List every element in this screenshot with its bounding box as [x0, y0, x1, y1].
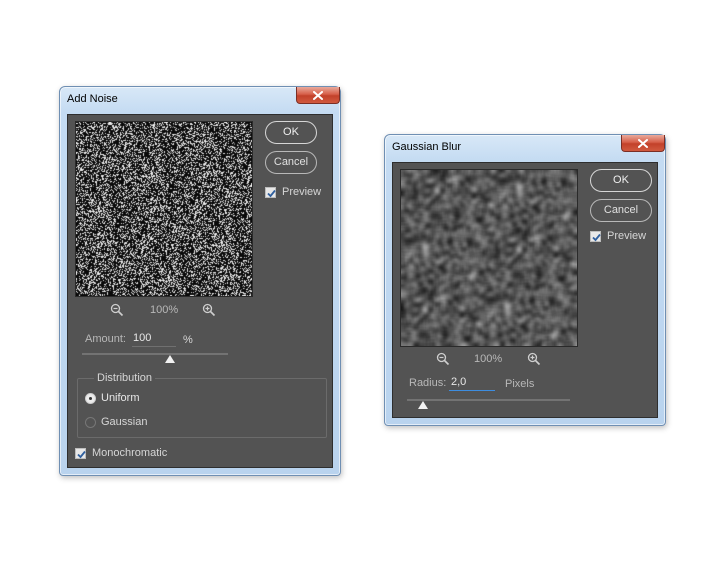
- add-noise-titlebar[interactable]: Add Noise: [60, 87, 340, 113]
- gaussian-blur-title: Gaussian Blur: [392, 141, 462, 153]
- checkmark-icon: [77, 450, 86, 459]
- add-noise-cancel-button[interactable]: Cancel: [265, 151, 317, 174]
- gaussian-blur-preview-checkbox[interactable]: [590, 231, 601, 242]
- zoom-in-icon[interactable]: [527, 352, 541, 366]
- checkmark-icon: [267, 189, 276, 198]
- gaussian-label[interactable]: Gaussian: [101, 416, 147, 428]
- amount-unit: %: [183, 334, 193, 346]
- gaussian-blur-cancel-button[interactable]: Cancel: [590, 199, 652, 222]
- gaussian-blur-dialog: Gaussian Blur OK Cancel Preview 100% Rad…: [384, 134, 666, 426]
- distribution-label: Distribution: [94, 372, 156, 384]
- amount-slider-track[interactable]: [82, 353, 228, 355]
- amount-slider-thumb[interactable]: [164, 355, 175, 363]
- gaussian-blur-preview-label: Preview: [607, 230, 647, 242]
- zoom-out-icon[interactable]: [436, 352, 450, 366]
- gaussian-radio[interactable]: [85, 417, 96, 428]
- amount-input[interactable]: 100: [132, 332, 176, 347]
- uniform-label[interactable]: Uniform: [101, 392, 140, 404]
- gaussian-blur-content: OK Cancel Preview 100% Radius: 2,0 Pixel…: [392, 162, 658, 418]
- blur-preview-image: [401, 170, 577, 346]
- uniform-radio[interactable]: [85, 393, 96, 404]
- close-icon: [638, 138, 648, 148]
- zoom-out-icon[interactable]: [110, 303, 124, 317]
- add-noise-ok-button[interactable]: OK: [265, 121, 317, 144]
- monochromatic-checkbox[interactable]: [75, 448, 86, 459]
- add-noise-content: OK Cancel Preview 100% Amount: 100 % Dis…: [67, 114, 333, 468]
- checkmark-icon: [592, 233, 601, 242]
- monochromatic-label: Monochromatic: [92, 447, 168, 459]
- noise-preview-image: [76, 122, 252, 296]
- add-noise-preview-checkbox[interactable]: [265, 187, 276, 198]
- add-noise-close-button[interactable]: [296, 87, 340, 104]
- radius-slider-thumb[interactable]: [418, 401, 429, 409]
- gaussian-blur-close-button[interactable]: [621, 135, 665, 152]
- zoom-in-icon[interactable]: [202, 303, 216, 317]
- radius-slider-track[interactable]: [407, 399, 570, 401]
- gaussian-blur-zoom-level: 100%: [474, 353, 503, 365]
- gaussian-blur-ok-button[interactable]: OK: [590, 169, 652, 192]
- close-icon: [313, 90, 323, 100]
- add-noise-preview-label: Preview: [282, 186, 322, 198]
- add-noise-preview[interactable]: [75, 121, 253, 297]
- gaussian-blur-titlebar[interactable]: Gaussian Blur: [385, 135, 665, 161]
- radius-input[interactable]: 2,0: [449, 376, 495, 391]
- distribution-group: Distribution Uniform Gaussian: [77, 372, 327, 438]
- amount-label: Amount:: [85, 333, 126, 345]
- add-noise-title: Add Noise: [67, 93, 118, 105]
- radius-label: Radius:: [409, 377, 447, 389]
- gaussian-blur-preview[interactable]: [400, 169, 578, 347]
- add-noise-dialog: Add Noise OK Cancel Preview 100% Amount:…: [59, 86, 341, 476]
- radius-unit: Pixels: [505, 378, 535, 390]
- add-noise-zoom-level: 100%: [150, 304, 179, 316]
